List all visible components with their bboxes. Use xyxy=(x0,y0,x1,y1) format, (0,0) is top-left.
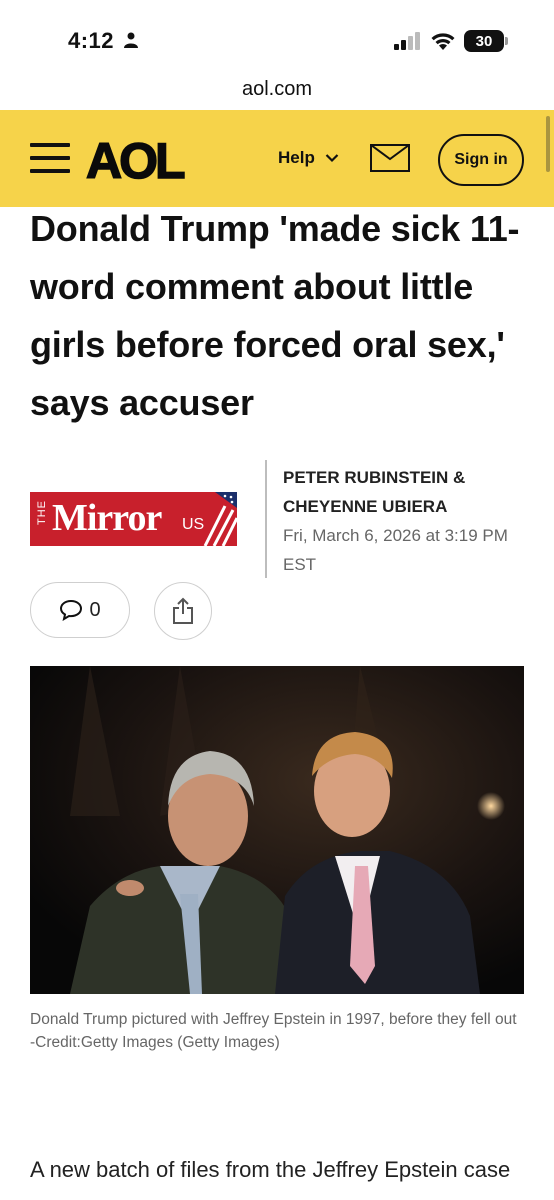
article-photo[interactable] xyxy=(30,666,524,994)
photo-caption: Donald Trump pictured with Jeffrey Epste… xyxy=(30,1011,517,1051)
battery-indicator: 30 xyxy=(464,30,508,52)
signal-icon xyxy=(394,32,420,50)
article-date: Fri, March 6, 2026 at 3:19 PM EST xyxy=(283,526,508,574)
scrollbar[interactable] xyxy=(546,116,550,172)
photo-illustration xyxy=(30,666,524,994)
article-headline: Donald Trump 'made sick 11-word comment … xyxy=(30,208,520,423)
sign-in-button[interactable]: Sign in xyxy=(438,134,524,186)
comments-button[interactable]: 0 xyxy=(30,582,130,638)
url-bar[interactable]: aol.com xyxy=(0,72,554,110)
help-menu[interactable]: Help xyxy=(278,148,339,168)
status-indicators: 30 xyxy=(394,30,508,52)
status-time: 4:12 xyxy=(68,28,115,53)
publisher-logo[interactable]: THE Mirror US xyxy=(30,492,237,546)
hamburger-menu-icon[interactable] xyxy=(30,143,70,173)
mail-icon[interactable] xyxy=(370,144,410,172)
byline-divider xyxy=(265,460,267,578)
wifi-icon xyxy=(431,33,455,50)
person-icon xyxy=(124,32,138,48)
aol-logo[interactable]: AOL xyxy=(85,132,186,190)
article-authors: PETER RUBINSTEIN & CHEYENNE UBIERA xyxy=(283,468,466,516)
chevron-down-icon xyxy=(325,154,339,163)
comment-count: 0 xyxy=(89,598,101,621)
flag-stripes-icon xyxy=(203,492,237,546)
site-header: AOL Help Sign in xyxy=(0,110,554,207)
help-label: Help xyxy=(278,148,315,167)
comment-icon xyxy=(60,599,83,621)
share-button[interactable] xyxy=(154,582,212,640)
status-bar: 4:12 30 xyxy=(0,0,554,72)
share-icon xyxy=(173,597,193,624)
article-body: A new batch of files from the Jeffrey Ep… xyxy=(30,1157,511,1200)
